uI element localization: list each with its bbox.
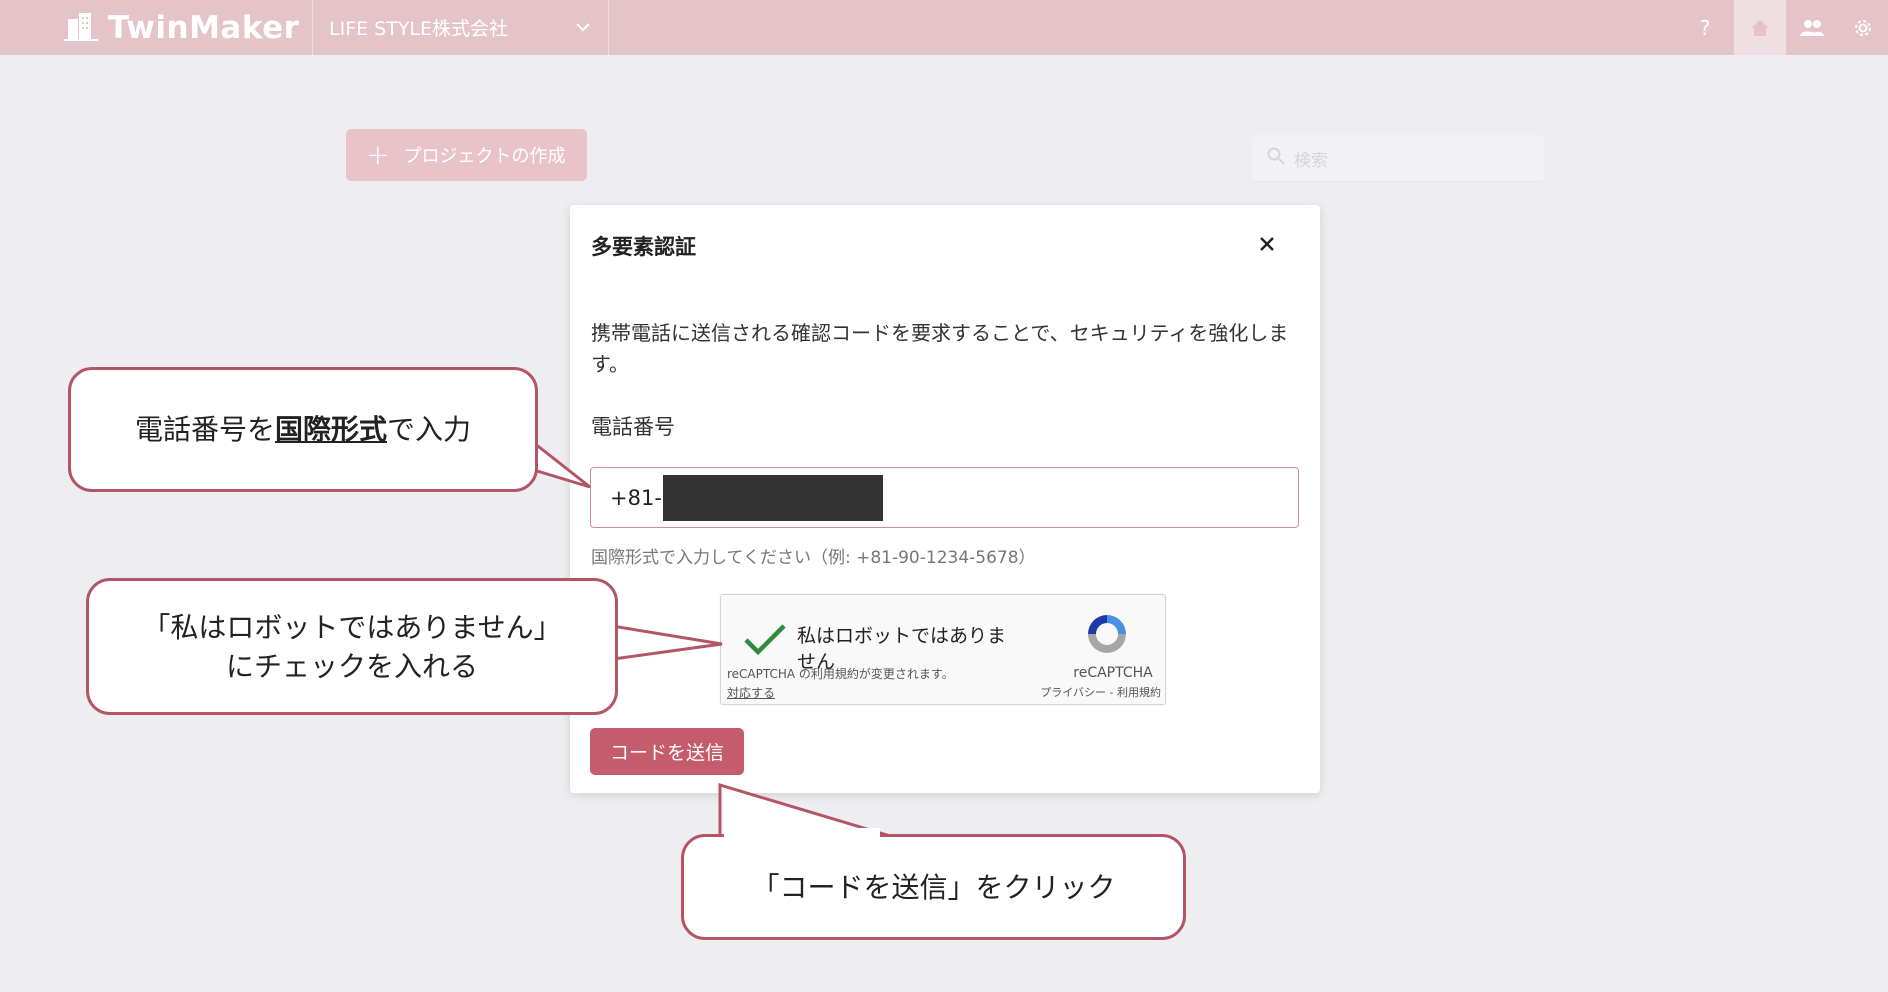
- callout-tail-joins: [518, 434, 880, 840]
